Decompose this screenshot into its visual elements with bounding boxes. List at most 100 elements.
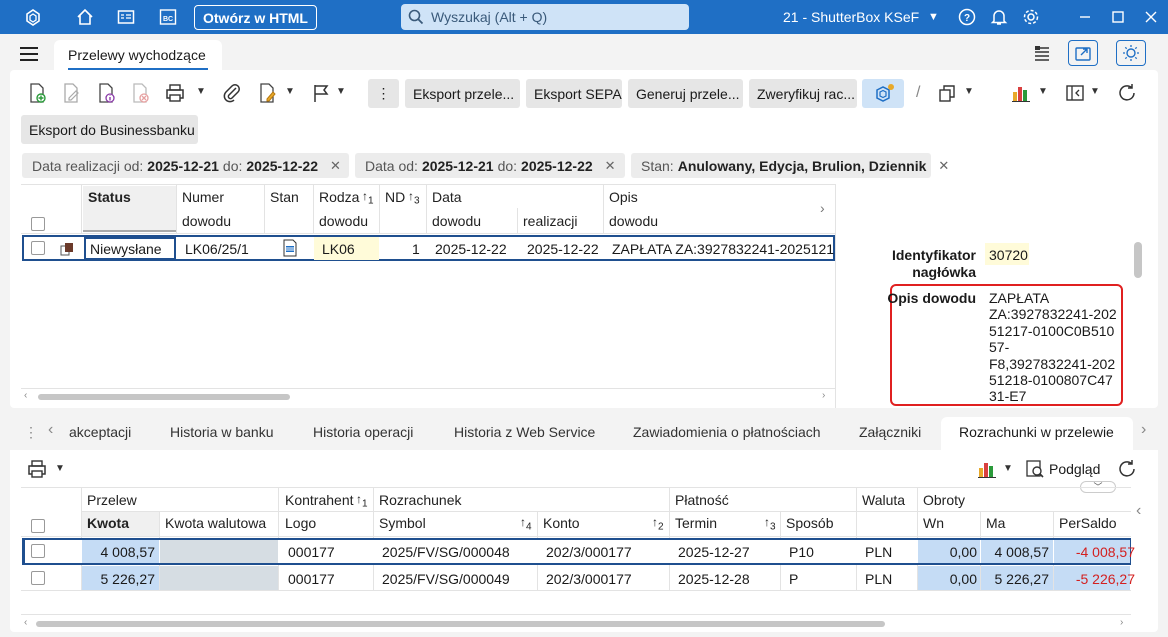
sort-up-icon[interactable]: ↑1: [362, 189, 374, 206]
lightbulb-icon[interactable]: [1116, 40, 1146, 66]
refresh-icon[interactable]: [1114, 456, 1140, 482]
detail-vertical-scrollbar[interactable]: [1134, 242, 1142, 278]
col-stan[interactable]: Stan: [270, 189, 299, 205]
bell-icon[interactable]: [984, 4, 1014, 30]
tab-historia-z-web-service[interactable]: Historia z Web Service: [454, 424, 595, 440]
chart-chevron-down-icon[interactable]: ▼: [1038, 86, 1048, 97]
col-wn[interactable]: Wn: [923, 515, 944, 531]
copy-documents-icon[interactable]: [934, 80, 960, 106]
col-konto[interactable]: Konto: [543, 515, 580, 531]
filter-close-icon[interactable]: ✕: [330, 158, 341, 174]
company-selector[interactable]: 21 - ShutterBox KSeF: [783, 9, 919, 25]
col-data[interactable]: Data: [432, 189, 462, 205]
hamburger-menu-icon[interactable]: [20, 47, 38, 61]
col-kontrahent[interactable]: Kontrahent: [285, 492, 354, 508]
sort-up-icon[interactable]: ↑1: [356, 492, 368, 509]
filter-stan[interactable]: Stan: Anulowany, Edycja, Brulion, Dzienni…: [631, 153, 949, 178]
tab-historia-operacji[interactable]: Historia operacji: [313, 424, 413, 440]
col-symbol[interactable]: Symbol: [379, 515, 426, 531]
preview-button[interactable]: Podgląd: [1049, 461, 1100, 477]
col-logo[interactable]: Logo: [285, 515, 316, 531]
tab-akceptacji[interactable]: akceptacji: [69, 424, 131, 440]
row-checkbox[interactable]: [31, 544, 45, 558]
close-icon[interactable]: [1136, 4, 1166, 30]
sort-up-icon[interactable]: ↑3: [408, 189, 420, 206]
eksport-sepa-button[interactable]: Eksport SEPA: [526, 79, 622, 108]
bottom-tabs-overflow-icon[interactable]: ⋮: [24, 424, 38, 441]
chevron-right-icon[interactable]: ›: [820, 200, 825, 216]
tab-historia-w-banku[interactable]: Historia w banku: [170, 424, 274, 440]
bc-icon[interactable]: BC: [153, 4, 183, 30]
settings-gear-icon[interactable]: [1016, 4, 1046, 30]
minimize-icon[interactable]: [1070, 4, 1100, 30]
col-ma[interactable]: Ma: [986, 515, 1005, 531]
print-icon[interactable]: [24, 456, 50, 482]
col-kwota[interactable]: Kwota: [87, 515, 129, 531]
col-kwota-walutowa[interactable]: Kwota walutowa: [165, 515, 266, 531]
bar-chart-icon[interactable]: [974, 456, 1000, 482]
chart-chevron-down-icon[interactable]: ▼: [1003, 463, 1013, 474]
flag-icon[interactable]: [308, 80, 334, 106]
bar-chart-icon[interactable]: [1008, 80, 1034, 106]
eksport-do-businessbanku-button[interactable]: Eksport do Businessbanku: [21, 115, 198, 144]
document-approve-icon[interactable]: [254, 80, 280, 106]
list-settings-icon[interactable]: [1027, 40, 1057, 66]
maximize-icon[interactable]: [1103, 4, 1133, 30]
refresh-icon[interactable]: [1114, 80, 1140, 106]
document-copy-icon[interactable]: [60, 242, 74, 256]
more-options-button[interactable]: ⋮: [368, 79, 399, 108]
row-checkbox[interactable]: [31, 571, 45, 585]
scroll-left-icon[interactable]: ‹: [24, 390, 27, 401]
tab-zawiadomienia[interactable]: Zawiadomienia o płatnościach: [633, 424, 823, 440]
open-in-html-button[interactable]: Otwórz w HTML: [194, 5, 317, 30]
app-logo-icon[interactable]: [18, 4, 48, 30]
flag-chevron-down-icon[interactable]: ▼: [336, 86, 346, 97]
panel-toggle-icon[interactable]: [1062, 80, 1088, 106]
preview-icon[interactable]: [1025, 459, 1045, 479]
home-icon[interactable]: [70, 4, 100, 30]
attachment-paperclip-icon[interactable]: [219, 80, 245, 106]
col-persaldo[interactable]: PerSaldo: [1059, 515, 1117, 531]
tabs-scroll-right-icon[interactable]: ›: [1141, 421, 1146, 439]
approve-chevron-down-icon[interactable]: ▼: [285, 86, 295, 97]
search-input[interactable]: Wyszukaj (Alt + Q): [401, 4, 689, 30]
scroll-right-icon[interactable]: ›: [1120, 617, 1123, 628]
zweryfikuj-rachunek-button[interactable]: Zweryfikuj rac...: [749, 79, 857, 108]
tab-przelewy-wychodzace[interactable]: Przelewy wychodzące: [54, 40, 222, 70]
col-status[interactable]: Status: [88, 189, 131, 205]
chevron-left-icon[interactable]: ‹: [1136, 502, 1141, 520]
filter-data-realizacji[interactable]: Data realizacji od: 2025-12-21 do: 2025-12-…: [22, 153, 349, 178]
filter-close-icon[interactable]: ✕: [938, 158, 949, 174]
col-waluta[interactable]: Waluta: [862, 492, 905, 508]
sort-up-icon[interactable]: ↑4: [520, 515, 532, 532]
print-chevron-down-icon[interactable]: ▼: [196, 86, 206, 97]
tabs-scroll-left-icon[interactable]: ‹: [48, 421, 53, 439]
filter-close-icon[interactable]: ✕: [605, 158, 616, 174]
horizontal-scrollbar[interactable]: [36, 621, 885, 627]
scroll-right-icon[interactable]: ›: [822, 390, 825, 401]
tab-zalaczniki[interactable]: Załączniki: [859, 424, 921, 440]
col-rodzaj[interactable]: Rodza: [319, 189, 359, 205]
eksport-przelewow-button[interactable]: Eksport przele...: [405, 79, 520, 108]
share-icon[interactable]: [1068, 40, 1098, 66]
document-info-icon[interactable]: [93, 80, 119, 106]
generuj-przelew-button[interactable]: Generuj przele...: [628, 79, 743, 108]
col-termin[interactable]: Termin: [675, 515, 717, 531]
add-document-icon[interactable]: [24, 80, 50, 106]
sort-up-icon[interactable]: ↑3: [764, 515, 776, 532]
horizontal-scrollbar[interactable]: [38, 394, 290, 400]
edit-document-icon[interactable]: [58, 80, 84, 106]
col-numer[interactable]: Numer: [182, 189, 224, 205]
sort-up-icon[interactable]: ↑2: [652, 515, 664, 532]
chevron-down-icon[interactable]: ▼: [928, 11, 939, 23]
help-icon[interactable]: ?: [952, 4, 982, 30]
list-view-icon[interactable]: [111, 4, 141, 30]
row-checkbox[interactable]: [31, 241, 45, 255]
col-sposob[interactable]: Sposób: [786, 515, 833, 531]
scroll-left-icon[interactable]: ‹: [24, 617, 27, 628]
select-all-checkbox[interactable]: [31, 217, 45, 231]
col-opis[interactable]: Opis: [609, 189, 638, 205]
copy-chevron-down-icon[interactable]: ▼: [964, 86, 974, 97]
panel-chevron-down-icon[interactable]: ▼: [1090, 86, 1100, 97]
delete-document-icon[interactable]: [127, 80, 153, 106]
